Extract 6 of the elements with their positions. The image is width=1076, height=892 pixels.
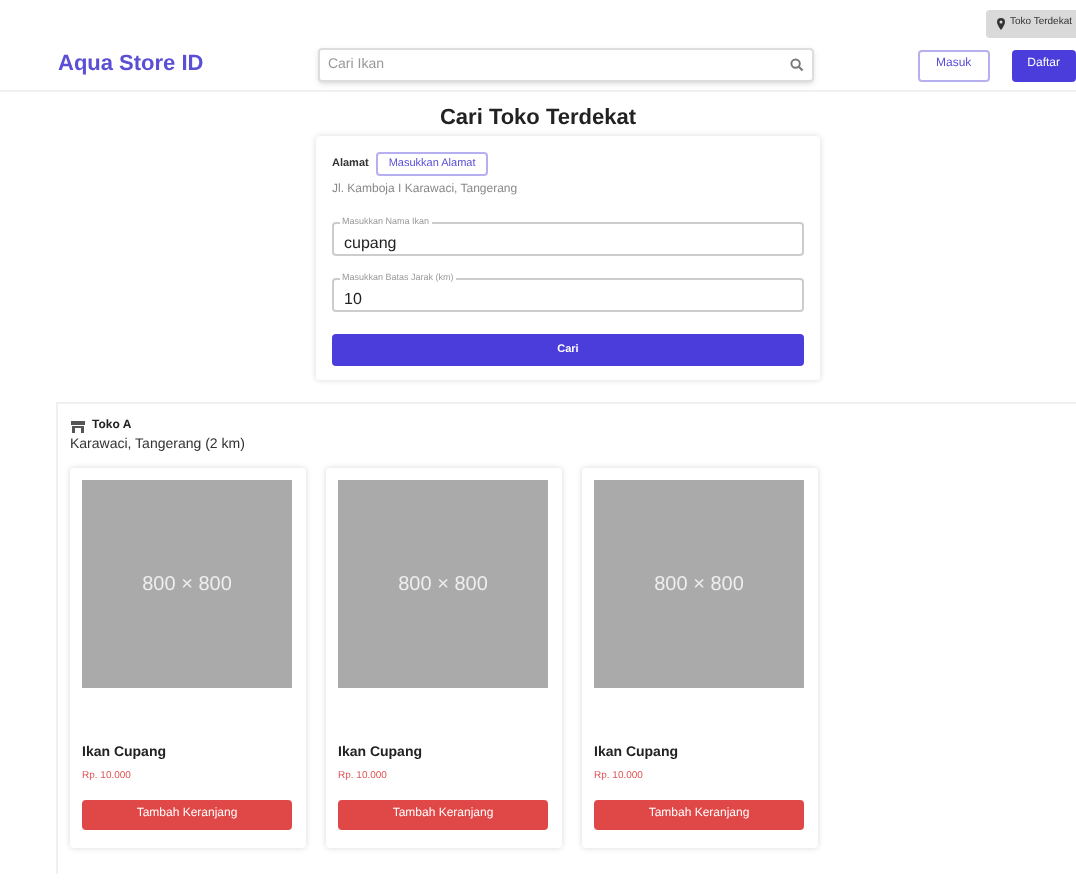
placeholder-text: 800 × 800: [142, 571, 232, 600]
placeholder-text: 800 × 800: [654, 571, 744, 600]
input-field[interactable]: cupang: [332, 222, 804, 256]
placeholder-text: 800 × 800: [398, 571, 488, 600]
page-title: Cari Toko Terdekat: [437, 104, 638, 134]
logo-text[interactable]: Aqua Store ID: [58, 48, 318, 82]
